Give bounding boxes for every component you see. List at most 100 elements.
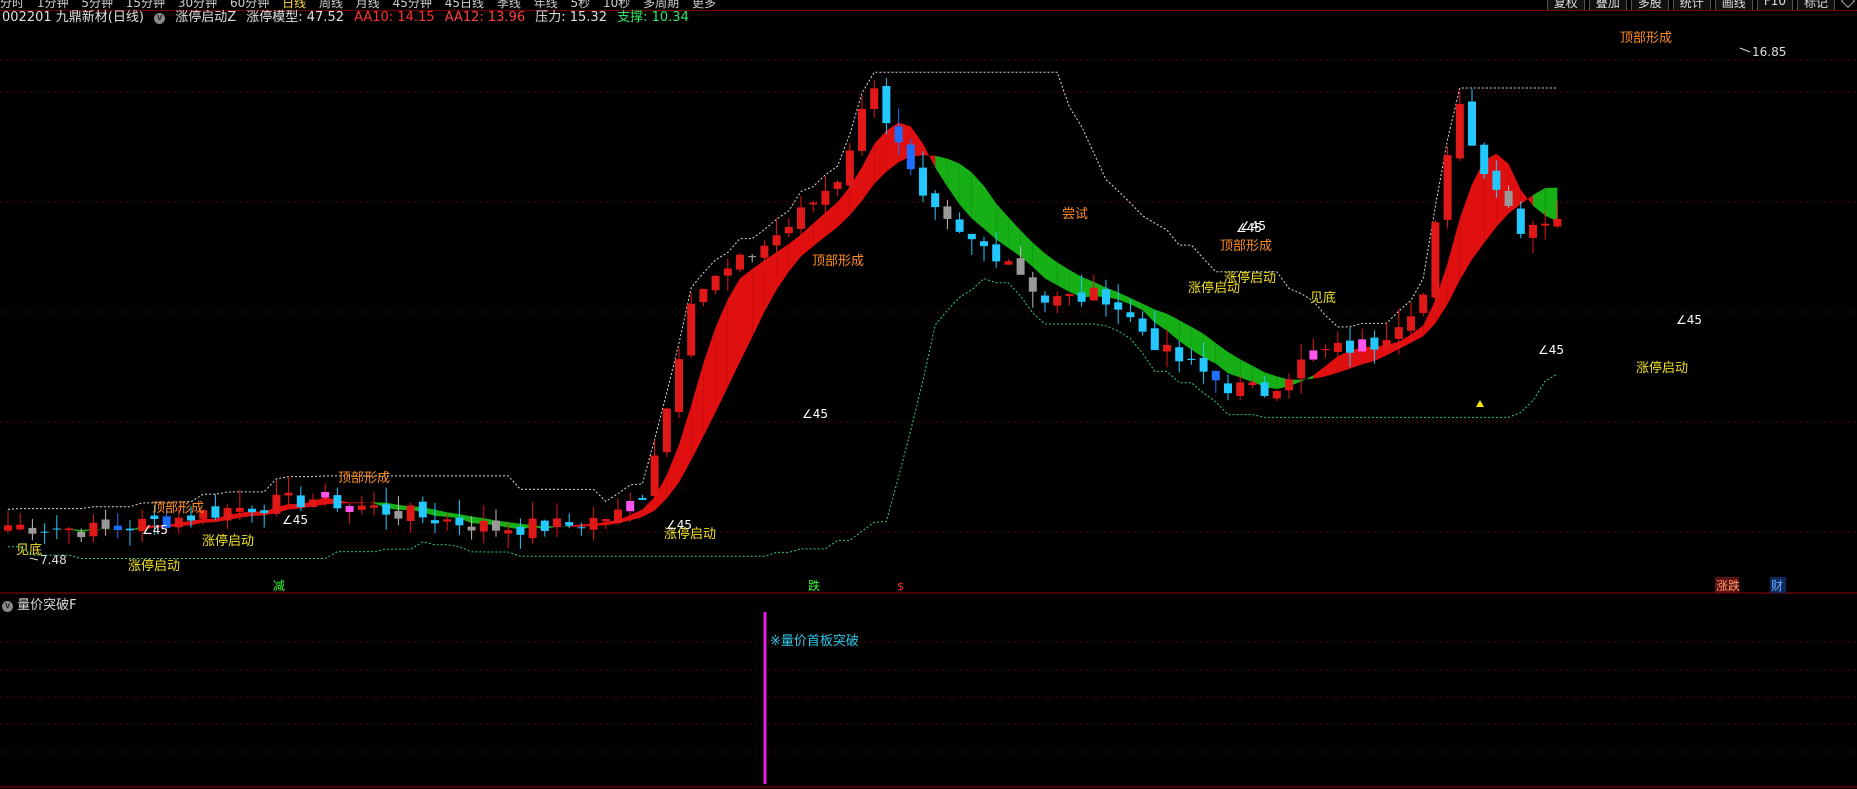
ribbon-segment [1032, 242, 1045, 279]
candle-body [345, 505, 354, 513]
candle-body [1504, 190, 1513, 206]
candle-body [309, 499, 317, 508]
candle-body [553, 518, 561, 528]
candle-body [296, 495, 305, 508]
candle-body [1272, 391, 1281, 399]
ribbon-segment [813, 212, 826, 247]
ribbon-segment [349, 502, 362, 504]
label-top-form: 顶部形成 [812, 254, 864, 269]
ribbon-segment [740, 269, 753, 362]
candle-body [906, 144, 915, 170]
ribbon-segment [727, 278, 740, 388]
candle-body [565, 522, 574, 526]
candle-body [1358, 339, 1367, 352]
candle-body [1431, 222, 1440, 298]
candle-body [1529, 224, 1537, 238]
candle-body [540, 520, 549, 531]
candle-body [455, 517, 464, 526]
candle-body [406, 505, 415, 521]
candle-body [919, 167, 927, 196]
candle-body [772, 235, 781, 246]
candle-body [211, 506, 220, 518]
indicator-title-text: 量价突破F [17, 598, 77, 613]
candle-body [1553, 218, 1562, 227]
candle-body [40, 531, 49, 533]
ribbon-segment [923, 143, 936, 168]
ribbon-segment [1313, 365, 1326, 379]
candle-body [1285, 379, 1293, 391]
ribbon-segment [703, 327, 716, 437]
candle-body [870, 88, 879, 109]
candle-body [174, 517, 183, 528]
candle-body [101, 519, 110, 529]
candle-body [1541, 223, 1550, 226]
candle-body [833, 182, 842, 189]
candle-body [321, 491, 330, 498]
candle-body [357, 505, 366, 510]
chart-canvas[interactable]: 16.857.48顶部形成顶部形成顶部形成顶部形成顶部形成涨停启动涨停启动 涨停启… [0, 0, 1857, 789]
ribbon-segment [935, 155, 948, 187]
label-angle-45: ∠45 [1538, 343, 1564, 357]
candle-body [1138, 318, 1147, 332]
ribbon-segment [1459, 184, 1472, 281]
ribbon-segment [1545, 187, 1558, 222]
candle-body [1175, 347, 1184, 362]
candle-body [467, 526, 476, 531]
indicator-panel-title[interactable]: v 量价突破F [2, 594, 77, 613]
candle-body [150, 515, 159, 520]
candle-body [1077, 292, 1086, 302]
candle-body [1053, 296, 1062, 306]
candle-body [1065, 294, 1074, 297]
candle-body [1443, 155, 1452, 220]
marker-dollar: $ [897, 580, 904, 593]
candle-body [1126, 312, 1135, 318]
candle-body [394, 511, 403, 519]
candle-body [1236, 382, 1245, 397]
candle-body [1309, 350, 1318, 360]
candle-body [797, 207, 805, 229]
candle-body [1211, 370, 1220, 381]
ribbon-segment [776, 243, 789, 290]
candle-body [809, 202, 818, 205]
label-angle-45: ∠45 [1676, 313, 1702, 327]
candle-body [736, 254, 744, 270]
candle-body [1382, 340, 1391, 348]
candle-body [333, 495, 342, 509]
ribbon-segment [996, 203, 1009, 248]
candle-body [614, 509, 622, 523]
candle-body [1492, 170, 1501, 190]
candle-body [760, 245, 769, 258]
candle-body [1114, 302, 1123, 310]
ribbon-segment [1008, 217, 1021, 257]
ribbon-segment [862, 144, 875, 201]
candle-body [1016, 258, 1025, 275]
candle-body [126, 528, 134, 531]
candle-body [52, 528, 61, 530]
candle-body [16, 524, 25, 530]
candle-body [89, 522, 98, 537]
high-price-pointer [1739, 47, 1751, 53]
candle-body [943, 206, 952, 220]
ribbon-segment [1154, 309, 1167, 331]
ribbon-segment [1325, 356, 1338, 377]
high-price-label: 16.85 [1752, 45, 1786, 59]
candle-body [662, 408, 671, 453]
candle-body [882, 86, 891, 124]
ribbon-segment [1228, 352, 1241, 378]
candle-body [1394, 327, 1403, 339]
label-top-form: 顶部形成 [338, 471, 390, 486]
ribbon-segment [1520, 189, 1533, 206]
yellow-triangle-marker [1476, 400, 1484, 407]
candle-body [1321, 348, 1330, 351]
candle-body [504, 530, 513, 534]
candle-body [187, 515, 195, 521]
ribbon-segment [1167, 313, 1180, 342]
candle-body [492, 520, 500, 531]
candle-body [1455, 104, 1464, 159]
label-limit-start: 涨停启动 [1636, 360, 1688, 376]
candle-body [1346, 340, 1354, 353]
candle-body [28, 527, 37, 534]
candle-body [1028, 277, 1037, 292]
indicator-collapse-icon[interactable]: v [2, 601, 13, 612]
ribbon-segment [361, 502, 374, 504]
